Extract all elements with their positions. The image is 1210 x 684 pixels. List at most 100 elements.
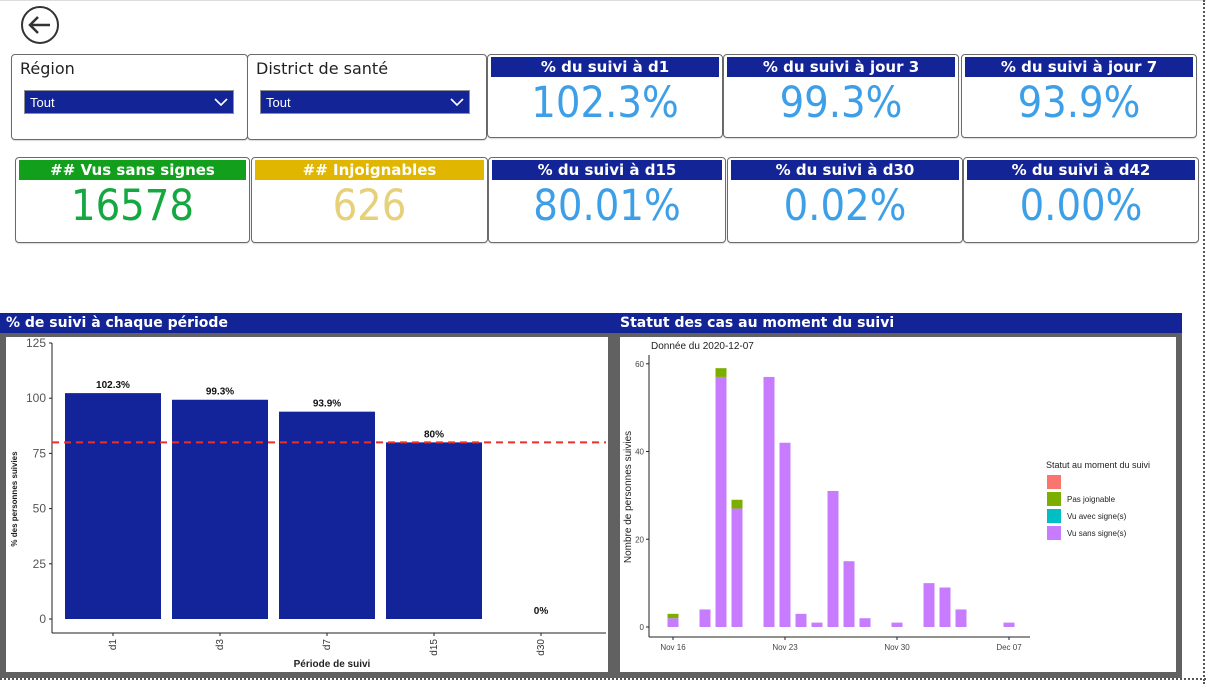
kpi-value: 99.3% [779,78,903,128]
x-axis-label: Période de suivi [294,659,371,670]
back-button[interactable] [20,5,60,45]
top-border [0,0,1206,1]
kpi-card-d1: % du suivi à d1 102.3% [487,54,723,138]
bar-pas-joignable [715,368,727,377]
kpi-title: % du suivi à d1 [491,57,719,77]
legend-swatch [1047,475,1061,489]
kpi-title: % du suivi à d42 [967,160,1195,180]
bar-pas-joignable [731,499,743,509]
bar-vu-sans-signe [811,622,823,627]
kpi-value: 102.3% [531,78,679,128]
data-label: 93.9% [313,399,341,410]
kpi-title: % du suivi à d30 [731,160,959,180]
district-dropdown-value: Tout [266,95,291,110]
kpi-title: ## Vus sans signes [19,160,246,180]
legend-swatch [1047,492,1061,506]
y-tick-label: 50 [33,502,47,516]
kpi-title: ## Injoignables [255,160,484,180]
bar-vu-sans-signe [779,442,791,627]
y-tick-label: 20 [635,535,644,544]
y-tick-label: 40 [635,448,644,457]
region-dropdown-value: Tout [30,95,55,110]
kpi-title: % du suivi à jour 3 [727,57,955,77]
bar-vu-sans-signe [955,609,967,627]
y-tick-label: 0 [640,623,645,632]
bottom-dotted-border [0,678,1206,680]
bar-vu-sans-signe [939,587,951,627]
right-dotted-border [1203,0,1205,684]
status-stacked-bar-chart: Donnée du 2020-12-07 Nombre de personnes… [623,341,1150,652]
chevron-down-icon [214,98,228,107]
kpi-value: 0.00% [1019,181,1143,231]
right-panel: Donnée du 2020-12-07 Nombre de personnes… [614,333,1182,678]
region-dropdown[interactable]: Tout [24,90,234,114]
bar-vu-sans-signe [731,508,743,627]
kpi-card-injoignables: ## Injoignables 626 [251,157,488,243]
legend-swatch [1047,509,1061,523]
kpi-card-d30: % du suivi à d30 0.02% [727,157,963,243]
bar-pas-joignable [667,613,679,619]
bar-vu-sans-signe [843,561,855,627]
left-panel: 0 25 50 75 100 125 d1 d3 d7 d15 d30 102.3% 99.3% 93.… [0,333,614,678]
x-tick-label: Nov 30 [884,643,910,652]
bar-vu-sans-signe [923,583,935,627]
kpi-title: % du suivi à d15 [492,160,722,180]
kpi-value: 93.9% [1017,78,1141,128]
y-tick-label: 100 [26,391,46,405]
bar-vu-sans-signe [859,618,871,627]
y-tick-label: 25 [33,557,47,571]
y-axis-label: Nombre de personnes suivies [623,431,634,563]
y-tick-label: 0 [39,612,46,626]
left-panel-title: % de suivi à chaque période [0,313,614,333]
x-tick-label: d1 [108,639,119,651]
kpi-card-d15: % du suivi à d15 80.01% [488,157,726,243]
bar-vu-sans-signe [699,609,711,627]
chevron-down-icon [450,98,464,107]
district-dropdown[interactable]: Tout [260,90,470,114]
kpi-card-vus-sans-signes: ## Vus sans signes 16578 [15,157,250,243]
kpi-card-d42: % du suivi à d42 0.00% [963,157,1199,243]
y-tick-label: 125 [26,337,46,350]
bar-vu-sans-signe [795,613,807,627]
x-tick-label: d15 [429,639,440,656]
bar-vu-sans-signe [827,491,839,627]
kpi-value: 626 [332,181,407,231]
x-tick-label: d30 [536,639,547,656]
district-label: District de santé [256,59,389,78]
y-tick-label: 75 [33,446,47,460]
data-label: 102.3% [96,380,130,391]
bar-vu-sans-signe [891,622,903,627]
bar-d1 [65,393,161,619]
kpi-card-jour7: % du suivi à jour 7 93.9% [961,54,1197,138]
legend-label: Vu sans signe(s) [1067,529,1127,538]
follow-up-bar-chart: 0 25 50 75 100 125 d1 d3 d7 d15 d30 102.3% 99.3% 93.… [10,336,606,670]
legend-label: Vu avec signe(s) [1067,512,1127,521]
bar-vu-sans-signe [763,376,775,627]
x-tick-label: Nov 23 [772,643,798,652]
right-chart-area: Donnée du 2020-12-07 Nombre de personnes… [620,337,1176,672]
bar-vu-sans-signe [715,376,727,627]
bar-vu-sans-signe [667,618,679,627]
chart-subtitle: Donnée du 2020-12-07 [651,341,754,352]
kpi-value: 16578 [70,181,195,231]
data-label: 99.3% [206,387,234,398]
left-chart-area: 0 25 50 75 100 125 d1 d3 d7 d15 d30 102.3% 99.3% 93.… [6,336,608,672]
bar-d15 [386,442,482,619]
x-tick-label: Dec 07 [996,643,1022,652]
data-label: 0% [534,606,549,617]
kpi-title: % du suivi à jour 7 [965,57,1193,77]
back-arrow-icon [21,6,59,44]
right-panel-title: Statut des cas au moment du suivi [614,313,1182,333]
legend-title: Statut au moment du suivi [1046,460,1150,470]
y-axis-label: % des personnes suivies [10,451,19,547]
district-slicer: District de santé Tout [247,54,487,140]
x-tick-label: Nov 16 [660,643,686,652]
x-tick-label: d3 [215,639,226,651]
kpi-value: 0.02% [783,181,907,231]
data-label: 80% [424,429,444,440]
kpi-card-jour3: % du suivi à jour 3 99.3% [723,54,959,138]
bar-d3 [172,399,268,619]
region-label: Région [20,59,75,78]
legend-swatch [1047,526,1061,540]
legend-label: Pas joignable [1067,495,1116,504]
